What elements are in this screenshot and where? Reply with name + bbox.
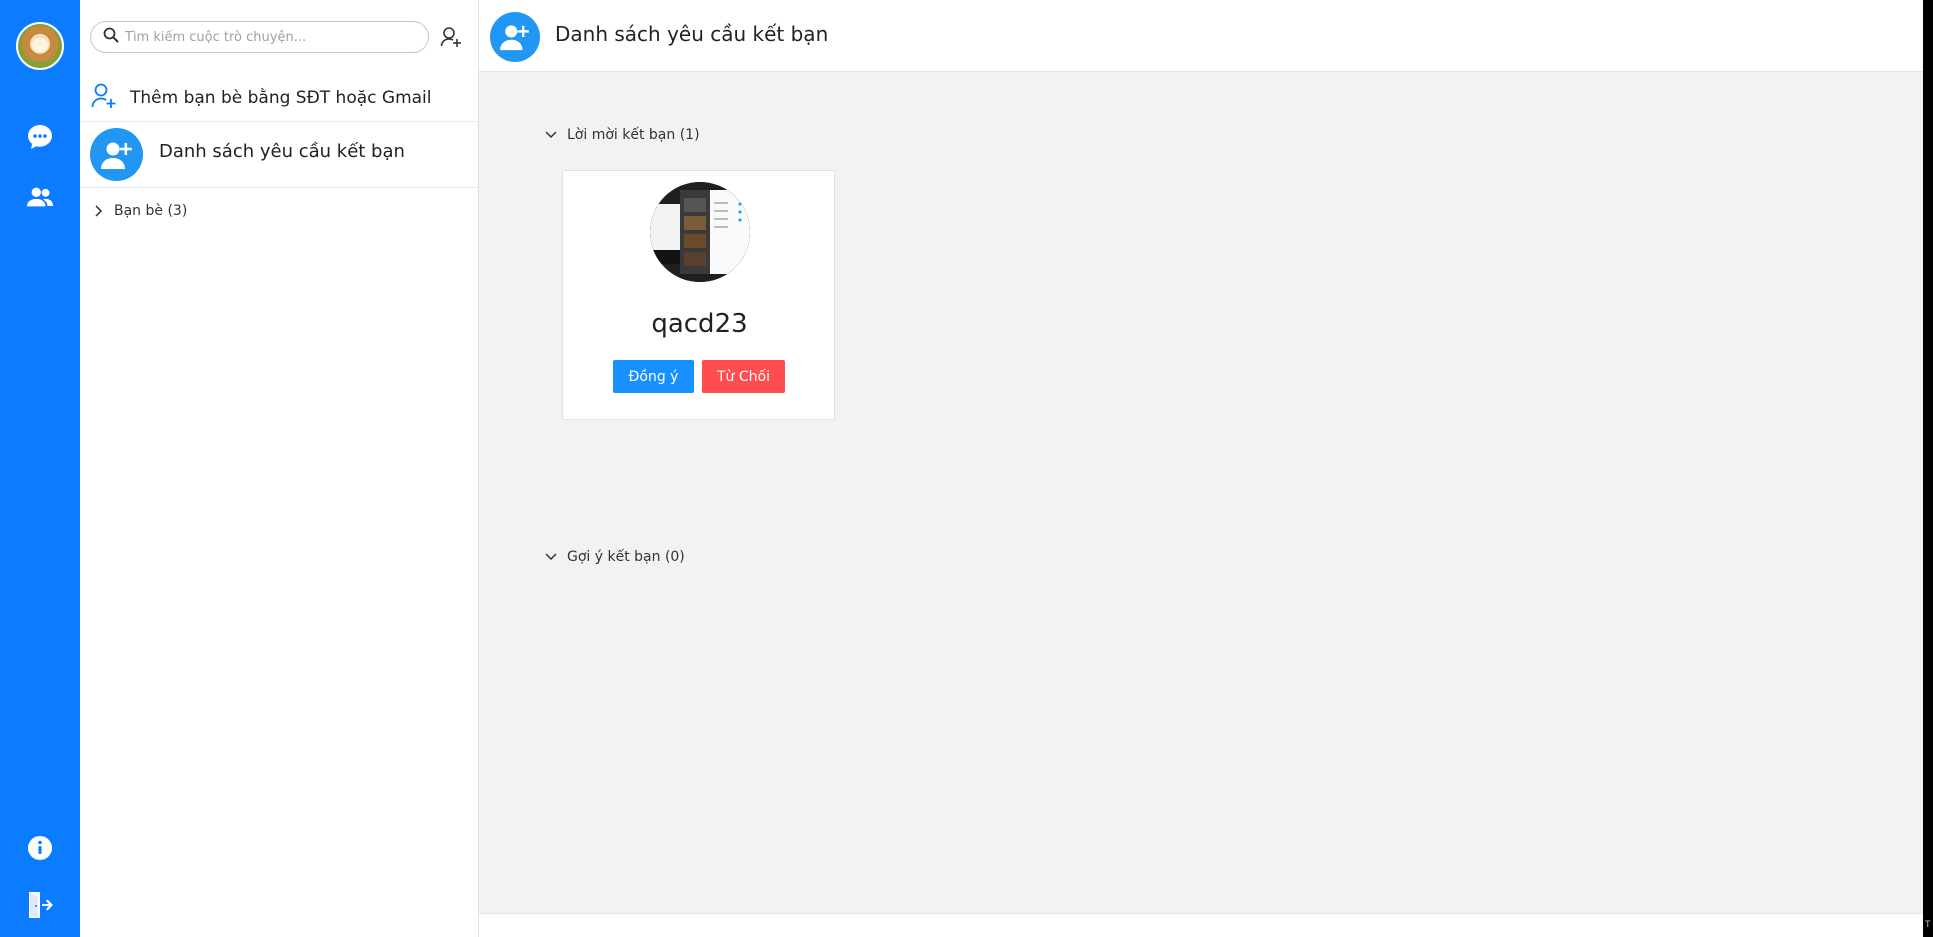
corner-mark: T [1925,920,1931,930]
app-window: Thêm bạn bè bằng SĐT hoặc Gmail Danh sác… [0,0,1923,937]
contacts-icon[interactable] [26,183,54,211]
user-avatar[interactable] [16,22,64,70]
info-icon[interactable] [26,834,54,862]
friend-requests-label: Danh sách yêu cầu kết bạn [159,141,405,162]
friend-requests-item[interactable]: Danh sách yêu cầu kết bạn [80,122,478,188]
nav-rail [0,0,80,937]
requester-avatar [650,182,750,282]
add-friend-icon[interactable] [438,24,464,50]
add-by-phone-item[interactable]: Thêm bạn bè bằng SĐT hoặc Gmail [80,74,478,122]
page-title: Danh sách yêu cầu kết bạn [555,22,829,46]
window-edge [1923,0,1933,937]
search-input[interactable] [125,29,415,45]
friends-toggle[interactable]: Bạn bè (3) [94,200,187,222]
add-by-phone-label: Thêm bạn bè bằng SĐT hoặc Gmail [130,87,432,108]
chevron-down-icon [545,552,557,562]
user-plus-icon [490,12,540,62]
suggestions-section-toggle[interactable]: Gợi ý kết bạn (0) [545,546,685,568]
search-icon [103,27,119,47]
invites-section-label: Lời mời kết bạn (1) [567,127,700,143]
contacts-panel: Thêm bạn bè bằng SĐT hoặc Gmail Danh sác… [80,0,479,937]
logout-icon[interactable] [26,891,54,919]
main-content: Danh sách yêu cầu kết bạn Lời mời kết bạ… [479,0,1923,937]
chevron-right-icon [94,205,104,217]
accept-button[interactable]: Đồng ý [613,360,694,393]
search-box [90,21,429,53]
user-plus-icon [90,128,143,181]
requester-username: qacd23 [651,309,748,339]
bottom-strip [479,913,1923,937]
friend-request-card: qacd23 Đồng ý Từ Chối [562,170,835,420]
suggestions-section-label: Gợi ý kết bạn (0) [567,549,685,565]
chevron-down-icon [545,130,557,140]
invites-section-toggle[interactable]: Lời mời kết bạn (1) [545,124,700,146]
main-header: Danh sách yêu cầu kết bạn [479,0,1923,72]
reject-button[interactable]: Từ Chối [702,360,785,393]
user-plus-icon [91,82,117,114]
chat-icon[interactable] [26,123,54,151]
friends-toggle-label: Bạn bè (3) [114,203,188,219]
